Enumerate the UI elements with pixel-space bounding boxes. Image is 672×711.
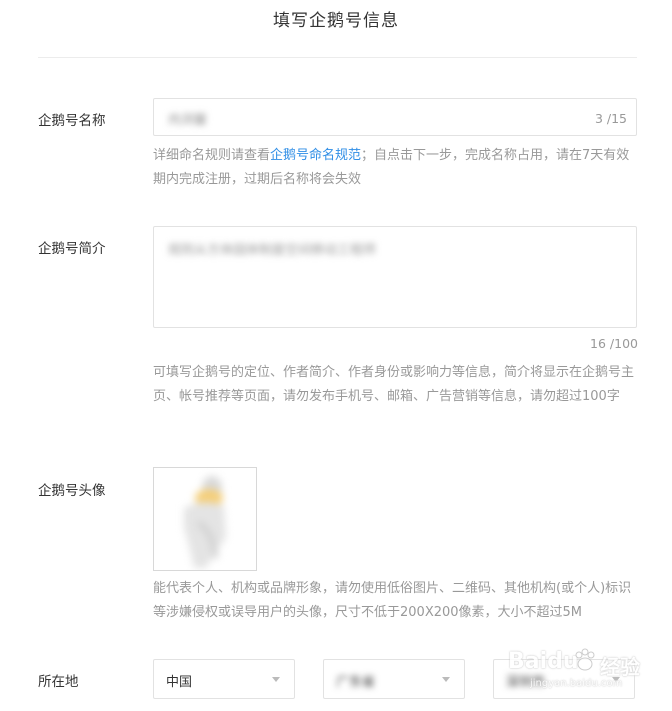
- name-label: 企鹅号名称: [38, 113, 106, 129]
- watermark-suffix: 经验: [600, 655, 640, 679]
- province-select[interactable]: 广东省: [323, 659, 465, 699]
- page-title: 填写企鹅号信息: [273, 11, 399, 31]
- location-label: 所在地: [38, 674, 79, 690]
- name-hint-prefix: 详细命名规则请查看: [153, 148, 271, 163]
- paw-icon: [575, 648, 595, 671]
- intro-textarea[interactable]: 规则从方体园体制度空间移动工程师: [153, 226, 637, 328]
- intro-textarea-value: 规则从方体园体制度空间移动工程师: [168, 243, 377, 258]
- country-select[interactable]: 中国: [153, 659, 295, 699]
- intro-hint: 可填写企鹅号的定位、作者简介、作者身份或影响力等信息，简介将显示在企鹅号主页、帐…: [153, 365, 635, 404]
- watermark-site: jingyan.baidu.com: [530, 678, 623, 689]
- name-input-value: 肉洞馨: [168, 113, 208, 128]
- avatar-upload[interactable]: [153, 467, 257, 571]
- name-input[interactable]: 肉洞馨 3 /15: [153, 98, 637, 136]
- province-select-value: 广东省: [336, 675, 376, 690]
- avatar-image: [184, 476, 226, 568]
- avatar-hint: 能代表个人、机构或品牌形象，请勿使用低俗图片、二维码、其他机构(或个人)标识等涉…: [153, 581, 632, 620]
- chevron-down-icon: [442, 677, 450, 682]
- intro-char-counter: 16 /100: [590, 336, 638, 351]
- intro-label: 企鹅号简介: [38, 241, 106, 257]
- name-hint: 详细命名规则请查看企鹅号命名规范；自点击下一步，完成名称占用，请在7天有效期内完…: [153, 144, 640, 192]
- country-select-value: 中国: [166, 675, 193, 690]
- naming-rules-link[interactable]: 企鹅号命名规范: [270, 148, 361, 163]
- chevron-down-icon: [272, 677, 280, 682]
- baidu-jingyan-watermark: Baidu 经验 jingyan.baidu.com: [508, 645, 658, 693]
- watermark-brand: Baidu: [508, 649, 579, 674]
- name-char-counter: 3 /15: [594, 111, 627, 126]
- header-divider: [38, 57, 637, 58]
- avatar-label: 企鹅号头像: [38, 483, 106, 499]
